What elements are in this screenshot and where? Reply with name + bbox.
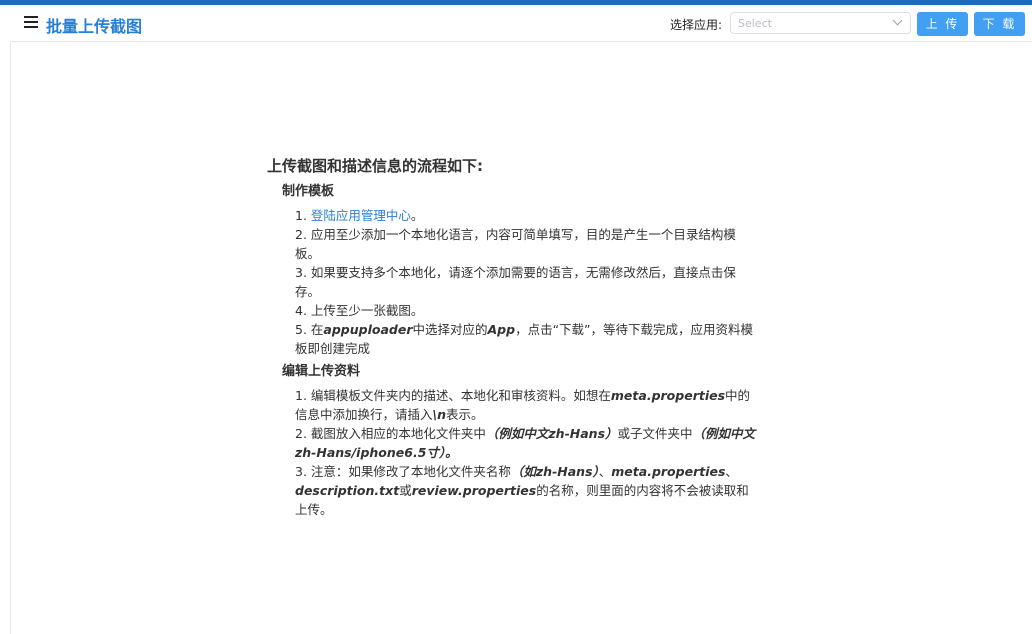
chevron-down-icon xyxy=(892,15,903,26)
step-item: 3. 如果要支持多个本地化，请逐个添加需要的语言，无需修改然后，直接点击保存。 xyxy=(295,263,757,301)
step-text: 2. 截图放入相应的本地化文件夹中 xyxy=(295,426,486,441)
emphasis-text: appuploader xyxy=(323,322,413,337)
step-text: 1. 编辑模板文件夹内的描述、本地化和审核资料。如想在 xyxy=(295,388,611,403)
step-item: 4. 上传至少一张截图。 xyxy=(295,301,757,320)
step-text: 或子文件夹中 xyxy=(617,426,693,441)
emphasis-text: description.txt xyxy=(295,483,400,498)
step-text: 2. 应用至少添加一个本地化语言，内容可简单填写，目的是产生一个目录结构模板。 xyxy=(295,227,736,261)
step-text: 表示。 xyxy=(445,407,484,422)
page-title: 批量上传截图 xyxy=(46,17,143,36)
download-button[interactable]: 下 载 xyxy=(974,12,1025,36)
step-text: 3. 注意：如果修改了本地化文件夹名称 xyxy=(295,464,511,479)
step-item: 5. 在appuploader中选择对应的App，点击“下载”，等待下载完成，应… xyxy=(295,320,757,358)
step-item: 2. 应用至少添加一个本地化语言，内容可简单填写，目的是产生一个目录结构模板。 xyxy=(295,225,757,263)
step-text: 。 xyxy=(410,208,424,223)
steps-list: 1. 登陆应用管理中心。 2. 应用至少添加一个本地化语言，内容可简单填写，目的是… xyxy=(267,206,757,358)
step-text: 1. xyxy=(295,208,311,223)
emphasis-text: meta.properties xyxy=(610,388,726,403)
step-text: 5. 在 xyxy=(295,322,324,337)
step-text: 3. 如果要支持多个本地化，请逐个添加需要的语言，无需修改然后，直接点击保存。 xyxy=(295,265,736,299)
management-center-link[interactable]: 登陆应用管理中心 xyxy=(311,208,411,223)
guide-sections: 制作模板 1. 登陆应用管理中心。 2. 应用至少添加一个本地化语言，内容可简单填写… xyxy=(267,182,757,519)
step-text: 、 xyxy=(725,464,738,479)
step-item: 2. 截图放入相应的本地化文件夹中（例如中文zh-Hans）或子文件夹中（例如中… xyxy=(295,424,757,462)
steps-list: 1. 编辑模板文件夹内的描述、本地化和审核资料。如想在meta.properti… xyxy=(267,386,757,519)
emphasis-text: （如zh-Hans） xyxy=(510,464,599,479)
step-text: 中选择对应的 xyxy=(412,322,488,337)
menu-toggle-icon[interactable] xyxy=(24,16,38,28)
emphasis-text: App xyxy=(487,322,516,337)
emphasis-text: \n xyxy=(432,407,446,422)
step-item: 1. 编辑模板文件夹内的描述、本地化和审核资料。如想在meta.properti… xyxy=(295,386,757,424)
upload-button[interactable]: 上 传 xyxy=(917,12,968,36)
step-text: 或 xyxy=(399,483,412,498)
guide-panel: 上传截图和描述信息的流程如下: 制作模板 1. 登陆应用管理中心。 2. 应用至少添… xyxy=(267,157,757,519)
header-bar: 批量上传截图 选择应用: Select 上 传 下 载 xyxy=(10,5,1032,42)
app-select-placeholder: Select xyxy=(738,17,772,30)
app-select[interactable]: Select xyxy=(730,12,911,34)
app-select-label: 选择应用: xyxy=(670,18,723,32)
step-item: 3. 注意：如果修改了本地化文件夹名称（如zh-Hans）、meta.prope… xyxy=(295,462,757,519)
section-title: 编辑上传资料 xyxy=(282,364,361,379)
step-text: 4. 上传至少一张截图。 xyxy=(295,303,424,318)
step-text: 、 xyxy=(598,464,612,479)
section-title: 制作模板 xyxy=(282,184,335,199)
emphasis-text: review.properties xyxy=(411,483,537,498)
guide-heading: 上传截图和描述信息的流程如下: xyxy=(267,157,484,175)
step-item: 1. 登陆应用管理中心。 xyxy=(295,206,757,225)
left-divider xyxy=(10,41,11,634)
emphasis-text: meta.properties xyxy=(611,464,726,479)
emphasis-text: （例如中文zh-Hans） xyxy=(485,426,618,441)
